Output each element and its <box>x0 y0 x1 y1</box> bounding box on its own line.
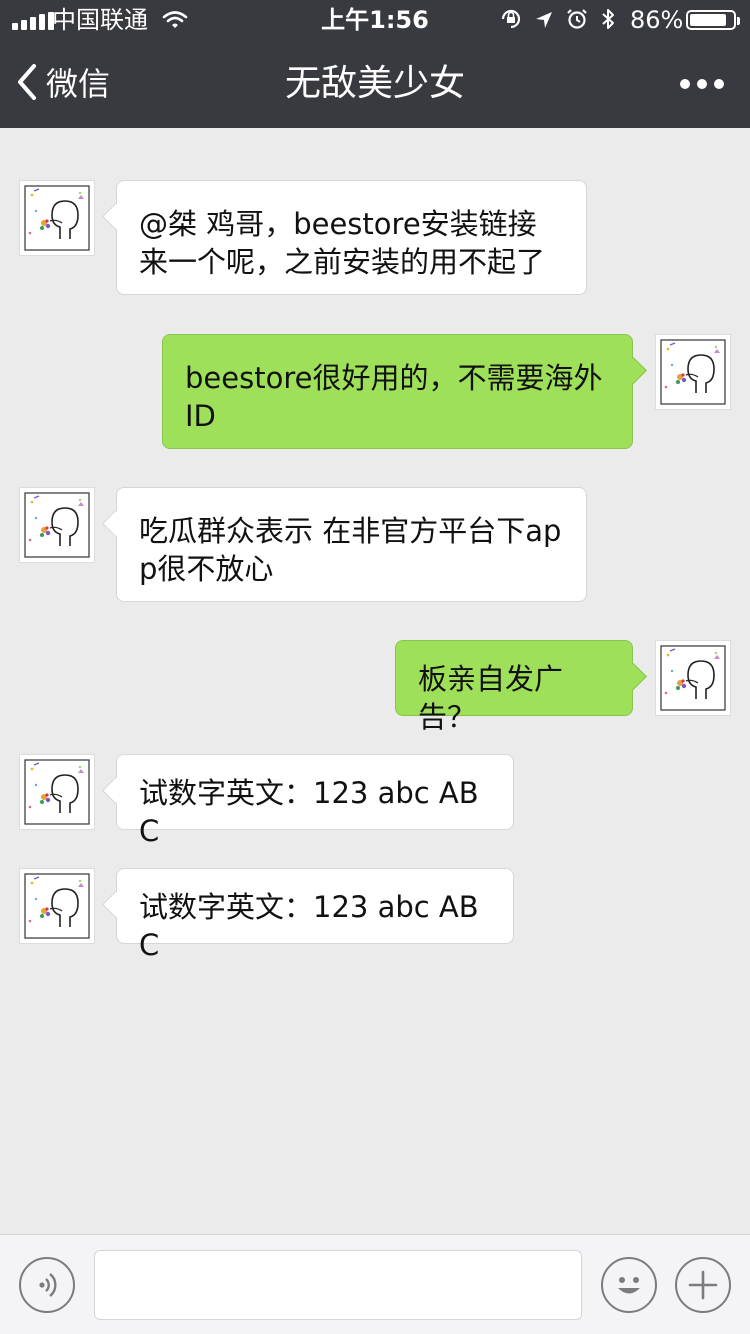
avatar[interactable] <box>655 640 731 716</box>
emoji-icon <box>618 1277 640 1294</box>
avatar[interactable] <box>655 334 731 410</box>
message-text: 吃瓜群众表示 在非官方平台下app很不放心 <box>139 514 562 586</box>
message-bubble[interactable]: beestore很好用的，不需要海外ID <box>162 334 633 449</box>
message-bubble[interactable]: @桀 鸡哥，beestore安装链接来一个呢，之前安装的用不起了 <box>116 180 587 295</box>
message-bubble[interactable]: 试数字英文：123 abc ABC <box>116 754 514 848</box>
avatar[interactable] <box>19 868 95 944</box>
message-text: 试数字英文：123 abc ABC <box>139 890 479 962</box>
location-icon <box>534 8 554 36</box>
message-text: 试数字英文：123 abc ABC <box>139 776 479 848</box>
message-text: @桀 鸡哥，beestore安装链接来一个呢，之前安装的用不起了 <box>139 207 546 279</box>
message-text: 板亲自发广告？ <box>418 662 564 734</box>
doodle-avatar-icon <box>24 873 90 939</box>
input-bar <box>0 1234 750 1334</box>
doodle-avatar-icon <box>660 339 726 405</box>
plus-button[interactable] <box>675 1257 731 1313</box>
doodle-avatar-icon <box>24 185 90 251</box>
message-bubble[interactable]: 板亲自发广告？ <box>395 640 633 734</box>
chat-title: 无敌美少女 <box>284 63 465 104</box>
battery-percent: 86% <box>630 6 684 34</box>
orientation-lock-icon <box>500 8 522 36</box>
message-input[interactable] <box>94 1250 582 1320</box>
plus-icon <box>688 1270 718 1300</box>
voice-button[interactable] <box>19 1257 75 1313</box>
more-button[interactable] <box>672 62 732 106</box>
battery-icon <box>686 10 740 30</box>
emoji-button[interactable] <box>601 1257 657 1313</box>
message-bubble[interactable]: 试数字英文：123 abc ABC <box>116 868 514 962</box>
message-bubble[interactable]: 吃瓜群众表示 在非官方平台下app很不放心 <box>116 487 587 602</box>
navigation-bar: 微信 无敌美少女 <box>0 40 750 128</box>
doodle-avatar-icon <box>24 759 90 825</box>
doodle-avatar-icon <box>660 645 726 711</box>
doodle-avatar-icon <box>24 492 90 558</box>
message-text: beestore很好用的，不需要海外ID <box>185 361 603 433</box>
avatar[interactable] <box>19 754 95 830</box>
top-bar: 中国联通 上午1:56 86% 微信 无敌美少女 <box>0 0 750 128</box>
voice-icon <box>39 1273 57 1297</box>
alarm-icon <box>566 8 588 36</box>
bluetooth-icon <box>600 8 616 36</box>
avatar[interactable] <box>19 487 95 563</box>
more-icon <box>680 79 690 89</box>
status-bar: 中国联通 上午1:56 86% <box>0 0 750 40</box>
avatar[interactable] <box>19 180 95 256</box>
